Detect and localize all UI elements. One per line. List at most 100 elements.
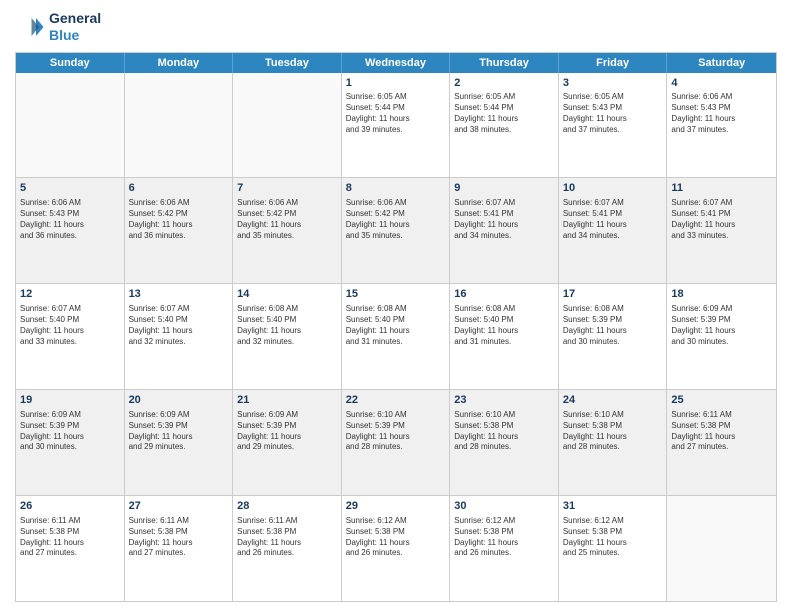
cell-info-line: Daylight: 11 hours xyxy=(129,432,229,443)
calendar-cell: 2Sunrise: 6:05 AMSunset: 5:44 PMDaylight… xyxy=(450,73,559,178)
cell-info-line: and 34 minutes. xyxy=(454,231,554,242)
calendar-cell xyxy=(233,73,342,178)
cell-info-line: Daylight: 11 hours xyxy=(563,220,663,231)
day-number: 31 xyxy=(563,499,663,514)
calendar-cell: 16Sunrise: 6:08 AMSunset: 5:40 PMDayligh… xyxy=(450,284,559,389)
calendar-cell: 14Sunrise: 6:08 AMSunset: 5:40 PMDayligh… xyxy=(233,284,342,389)
calendar-cell: 11Sunrise: 6:07 AMSunset: 5:41 PMDayligh… xyxy=(667,178,776,283)
cell-info-line: Daylight: 11 hours xyxy=(237,432,337,443)
cell-info-line: Sunrise: 6:07 AM xyxy=(563,198,663,209)
cell-info-line: Sunset: 5:42 PM xyxy=(346,209,446,220)
calendar-cell: 9Sunrise: 6:07 AMSunset: 5:41 PMDaylight… xyxy=(450,178,559,283)
cell-info-line: and 27 minutes. xyxy=(671,442,772,453)
day-number: 16 xyxy=(454,287,554,302)
cell-info-line: Sunset: 5:38 PM xyxy=(454,421,554,432)
day-number: 28 xyxy=(237,499,337,514)
cell-info-line: and 27 minutes. xyxy=(129,548,229,559)
calendar-row-2: 12Sunrise: 6:07 AMSunset: 5:40 PMDayligh… xyxy=(16,284,776,390)
cell-info-line: Sunrise: 6:12 AM xyxy=(346,516,446,527)
calendar-cell: 4Sunrise: 6:06 AMSunset: 5:43 PMDaylight… xyxy=(667,73,776,178)
cell-info-line: Sunset: 5:38 PM xyxy=(563,421,663,432)
calendar-cell: 20Sunrise: 6:09 AMSunset: 5:39 PMDayligh… xyxy=(125,390,234,495)
cell-info-line: Sunrise: 6:12 AM xyxy=(563,516,663,527)
cell-info-line: Sunset: 5:40 PM xyxy=(20,315,120,326)
day-number: 30 xyxy=(454,499,554,514)
cell-info-line: Sunset: 5:39 PM xyxy=(20,421,120,432)
day-number: 26 xyxy=(20,499,120,514)
cell-info-line: Daylight: 11 hours xyxy=(20,326,120,337)
cell-info-line: Sunrise: 6:06 AM xyxy=(346,198,446,209)
day-number: 23 xyxy=(454,393,554,408)
logo-text: General Blue xyxy=(49,10,101,44)
cell-info-line: Daylight: 11 hours xyxy=(454,432,554,443)
cell-info-line: Daylight: 11 hours xyxy=(671,326,772,337)
calendar-cell: 25Sunrise: 6:11 AMSunset: 5:38 PMDayligh… xyxy=(667,390,776,495)
cell-info-line: Sunset: 5:38 PM xyxy=(563,527,663,538)
cell-info-line: Sunrise: 6:09 AM xyxy=(129,410,229,421)
day-number: 9 xyxy=(454,181,554,196)
cell-info-line: Daylight: 11 hours xyxy=(346,326,446,337)
cell-info-line: and 25 minutes. xyxy=(563,548,663,559)
cell-info-line: Daylight: 11 hours xyxy=(671,432,772,443)
cell-info-line: Sunrise: 6:07 AM xyxy=(129,304,229,315)
calendar-cell: 7Sunrise: 6:06 AMSunset: 5:42 PMDaylight… xyxy=(233,178,342,283)
cell-info-line: Sunset: 5:39 PM xyxy=(671,315,772,326)
cell-info-line: Sunset: 5:41 PM xyxy=(454,209,554,220)
header-day-monday: Monday xyxy=(125,53,234,73)
cell-info-line: and 35 minutes. xyxy=(237,231,337,242)
cell-info-line: Daylight: 11 hours xyxy=(129,220,229,231)
cell-info-line: Sunset: 5:38 PM xyxy=(346,527,446,538)
logo-icon xyxy=(15,12,45,42)
cell-info-line: Sunset: 5:44 PM xyxy=(454,103,554,114)
day-number: 22 xyxy=(346,393,446,408)
cell-info-line: Sunset: 5:44 PM xyxy=(346,103,446,114)
calendar-cell xyxy=(125,73,234,178)
cell-info-line: Sunset: 5:39 PM xyxy=(346,421,446,432)
page: General Blue SundayMondayTuesdayWednesda… xyxy=(0,0,792,612)
cell-info-line: Sunrise: 6:06 AM xyxy=(671,92,772,103)
cell-info-line: Sunset: 5:40 PM xyxy=(129,315,229,326)
calendar-cell: 24Sunrise: 6:10 AMSunset: 5:38 PMDayligh… xyxy=(559,390,668,495)
day-number: 20 xyxy=(129,393,229,408)
cell-info-line: and 26 minutes. xyxy=(346,548,446,559)
calendar-cell: 10Sunrise: 6:07 AMSunset: 5:41 PMDayligh… xyxy=(559,178,668,283)
calendar-cell: 28Sunrise: 6:11 AMSunset: 5:38 PMDayligh… xyxy=(233,496,342,601)
cell-info-line: Daylight: 11 hours xyxy=(346,538,446,549)
calendar-body: 1Sunrise: 6:05 AMSunset: 5:44 PMDaylight… xyxy=(16,73,776,601)
cell-info-line: Sunrise: 6:08 AM xyxy=(454,304,554,315)
day-number: 15 xyxy=(346,287,446,302)
cell-info-line: Sunrise: 6:11 AM xyxy=(671,410,772,421)
header-day-tuesday: Tuesday xyxy=(233,53,342,73)
calendar-row-0: 1Sunrise: 6:05 AMSunset: 5:44 PMDaylight… xyxy=(16,73,776,179)
calendar-row-4: 26Sunrise: 6:11 AMSunset: 5:38 PMDayligh… xyxy=(16,496,776,601)
cell-info-line: Sunset: 5:38 PM xyxy=(129,527,229,538)
cell-info-line: Sunrise: 6:05 AM xyxy=(563,92,663,103)
cell-info-line: Sunrise: 6:10 AM xyxy=(563,410,663,421)
cell-info-line: Daylight: 11 hours xyxy=(454,538,554,549)
cell-info-line: Sunset: 5:40 PM xyxy=(346,315,446,326)
day-number: 17 xyxy=(563,287,663,302)
cell-info-line: Sunset: 5:41 PM xyxy=(563,209,663,220)
cell-info-line: and 36 minutes. xyxy=(20,231,120,242)
cell-info-line: Sunset: 5:41 PM xyxy=(671,209,772,220)
header-day-saturday: Saturday xyxy=(667,53,776,73)
cell-info-line: Sunset: 5:40 PM xyxy=(237,315,337,326)
cell-info-line: and 38 minutes. xyxy=(454,125,554,136)
day-number: 11 xyxy=(671,181,772,196)
day-number: 24 xyxy=(563,393,663,408)
cell-info-line: and 30 minutes. xyxy=(563,337,663,348)
cell-info-line: Sunrise: 6:11 AM xyxy=(237,516,337,527)
cell-info-line: Sunset: 5:39 PM xyxy=(237,421,337,432)
cell-info-line: Daylight: 11 hours xyxy=(671,114,772,125)
cell-info-line: Sunrise: 6:08 AM xyxy=(346,304,446,315)
day-number: 14 xyxy=(237,287,337,302)
day-number: 3 xyxy=(563,76,663,91)
cell-info-line: Sunset: 5:38 PM xyxy=(237,527,337,538)
cell-info-line: Sunrise: 6:10 AM xyxy=(454,410,554,421)
cell-info-line: Sunset: 5:40 PM xyxy=(454,315,554,326)
header: General Blue xyxy=(15,10,777,44)
cell-info-line: Daylight: 11 hours xyxy=(454,220,554,231)
calendar-row-3: 19Sunrise: 6:09 AMSunset: 5:39 PMDayligh… xyxy=(16,390,776,496)
cell-info-line: and 29 minutes. xyxy=(129,442,229,453)
cell-info-line: Sunrise: 6:05 AM xyxy=(346,92,446,103)
